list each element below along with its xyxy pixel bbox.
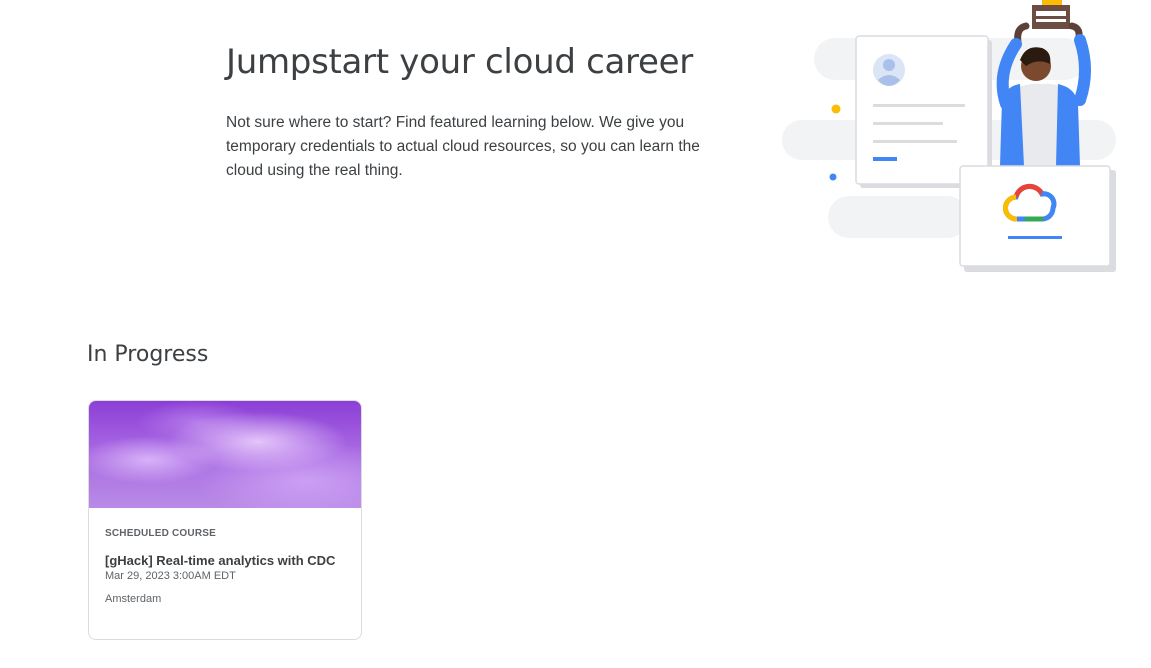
person-with-trophy-icon [996, 0, 1091, 166]
page-title: Jumpstart your cloud career [226, 42, 693, 82]
career-illustration [782, 0, 1116, 272]
dot-yellow [831, 104, 841, 114]
course-date: Mar 29, 2023 3:00AM EDT [105, 570, 236, 582]
course-title[interactable]: [gHack] Real-time analytics with CDC [105, 552, 345, 569]
course-card-image [89, 401, 361, 508]
hero-description: Not sure where to start? Find featured l… [226, 114, 700, 179]
course-type-label: SCHEDULED COURSE [105, 528, 216, 539]
course-location: Amsterdam [105, 593, 162, 605]
course-card-body: SCHEDULED COURSE [gHack] Real-time analy… [89, 508, 361, 605]
google-cloud-card-icon [959, 165, 1116, 272]
profile-document-icon [855, 35, 992, 188]
dot-blue [829, 173, 837, 181]
course-card[interactable]: SCHEDULED COURSE [gHack] Real-time analy… [88, 400, 362, 640]
in-progress-heading: In Progress [87, 342, 209, 367]
